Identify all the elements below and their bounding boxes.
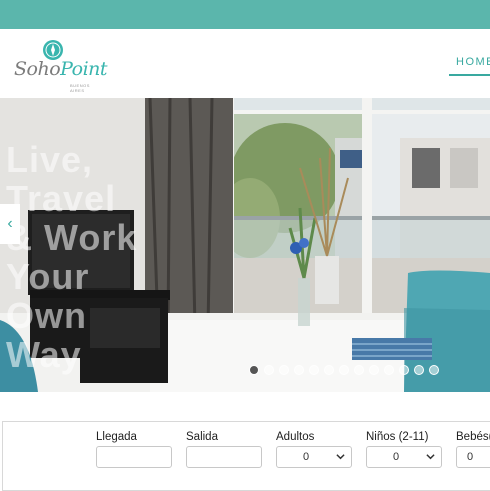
hero-slider: Live, Travel & Work Your Own Way ‹ [0, 98, 490, 392]
slider-dot[interactable] [264, 365, 274, 375]
slider-dot[interactable] [429, 365, 439, 375]
slogan-line: Your [6, 256, 90, 297]
chevron-left-icon: ‹ [7, 215, 13, 232]
adultos-select-value: 0 [302, 451, 310, 463]
bebes-label: Bebés( [456, 431, 490, 443]
adultos-select[interactable]: 0 [276, 446, 352, 468]
booking-form: Llegada Salida Adultos 0 Niños (2-11) 0 … [2, 421, 490, 491]
llegada-label: Llegada [96, 431, 137, 443]
slider-dot[interactable] [384, 365, 394, 375]
slogan-line: Travel [6, 178, 117, 219]
salida-label: Salida [186, 431, 218, 443]
logo-wordmark: SohoPoint [14, 58, 108, 80]
chevron-down-icon [426, 454, 435, 460]
logo[interactable]: SohoPoint BUENOS AIRES [14, 38, 108, 93]
ninos-select-value: 0 [392, 451, 400, 463]
slider-dot[interactable] [294, 365, 304, 375]
ninos-select[interactable]: 0 [366, 446, 442, 468]
slogan-line: Own [6, 295, 87, 336]
slider-prev-button[interactable]: ‹ [0, 204, 20, 244]
slider-dot[interactable] [324, 365, 334, 375]
adultos-label: Adultos [276, 431, 315, 443]
ninos-label: Niños (2-11) [366, 431, 429, 443]
logo-subtitle: BUENOS AIRES [70, 83, 90, 93]
salida-date-input[interactable] [186, 446, 262, 468]
slogan-line: & Work [6, 217, 138, 258]
chevron-down-icon [336, 454, 345, 460]
bebes-select[interactable]: 0 [456, 446, 490, 468]
hero-slogan: Live, Travel & Work Your Own Way [6, 140, 137, 374]
slider-dot[interactable] [339, 365, 349, 375]
slider-dot[interactable] [279, 365, 289, 375]
slider-dot[interactable] [399, 365, 409, 375]
slider-dot[interactable] [249, 365, 259, 375]
site-header: SohoPoint BUENOS AIRES HOME [0, 29, 490, 98]
slider-dot[interactable] [354, 365, 364, 375]
slider-dots [249, 365, 439, 377]
slogan-line: Way [6, 334, 82, 375]
nav-active-underline [449, 74, 490, 76]
slider-dot[interactable] [414, 365, 424, 375]
llegada-date-input[interactable] [96, 446, 172, 468]
bebes-select-value: 0 [467, 451, 474, 463]
slogan-line: Live, [6, 139, 94, 180]
slider-dot[interactable] [309, 365, 319, 375]
slider-dot[interactable] [369, 365, 379, 375]
top-bar [0, 0, 490, 29]
nav-home-link[interactable]: HOME [456, 56, 490, 68]
